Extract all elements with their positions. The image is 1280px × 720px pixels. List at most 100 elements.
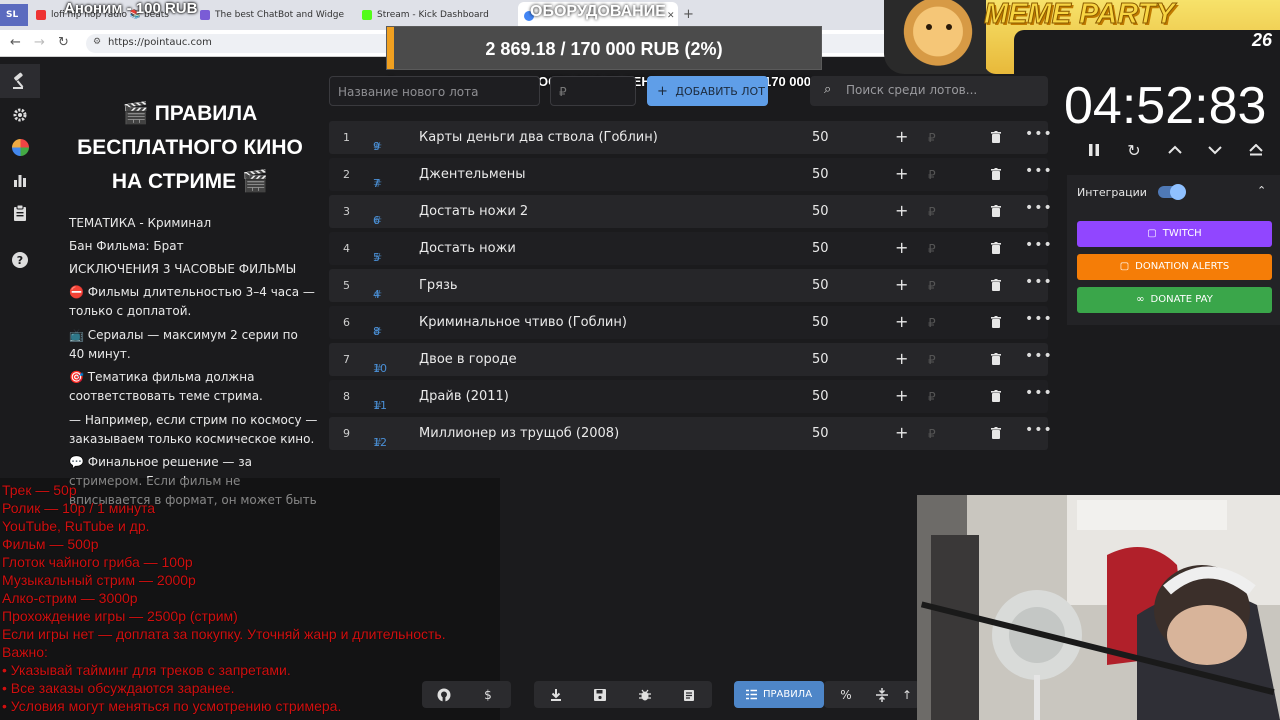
help-icon[interactable]: ?	[11, 251, 29, 269]
more-options-icon[interactable]: •••	[1025, 163, 1053, 179]
lot-amount[interactable]: 50	[812, 352, 829, 367]
clear-list-icon[interactable]	[667, 681, 711, 708]
lot-id-value: 10	[373, 362, 387, 375]
more-options-icon[interactable]: •••	[1025, 200, 1053, 216]
tab-kick[interactable]: Stream - Kick Dashboard ✕	[356, 4, 516, 26]
lot-row[interactable]: 8 #11 Драйв (2011) 50 + ₽ •••	[329, 380, 1052, 413]
add-amount-icon[interactable]: +	[895, 275, 908, 294]
close-icon[interactable]: ✕	[667, 11, 675, 21]
lot-name[interactable]: Миллионер из трущоб (2008)	[419, 426, 619, 441]
delete-icon[interactable]	[991, 353, 1001, 365]
add-lot-label: ДОБАВИТЬ ЛОТ	[675, 85, 765, 98]
lot-row[interactable]: 9 #12 Миллионер из трущоб (2008) 50 + ₽ •••	[329, 417, 1052, 450]
lot-row[interactable]: 5 #4 Грязь 50 + ₽ •••	[329, 269, 1052, 302]
download-icon[interactable]	[534, 681, 578, 708]
lot-name[interactable]: Двое в городе	[419, 352, 517, 367]
back-icon[interactable]: ←	[10, 35, 21, 50]
delete-icon[interactable]	[991, 316, 1001, 328]
lot-search-input[interactable]: ⌕ Поиск среди лотов...	[810, 76, 1048, 106]
ruble-icon[interactable]: ₽	[928, 279, 936, 293]
clipboard-icon[interactable]	[11, 204, 29, 222]
twitch-button[interactable]: ▢ TWITCH	[1077, 221, 1272, 247]
lot-name[interactable]: Джентельмены	[419, 167, 525, 182]
pause-icon[interactable]	[1084, 140, 1104, 160]
delete-icon[interactable]	[991, 242, 1001, 254]
bug-report-icon[interactable]	[623, 681, 667, 708]
stats-chart-icon[interactable]	[11, 171, 29, 189]
ruble-icon[interactable]: ₽	[928, 316, 936, 330]
add-amount-icon[interactable]: +	[895, 386, 908, 405]
lot-name[interactable]: Грязь	[419, 278, 458, 293]
save-icon[interactable]	[578, 681, 622, 708]
lot-name[interactable]: Достать ножи 2	[419, 204, 528, 219]
add-amount-icon[interactable]: +	[895, 349, 908, 368]
collapse-chevron-icon[interactable]: ⌃	[1257, 184, 1266, 197]
lot-amount[interactable]: 50	[812, 241, 829, 256]
add-amount-icon[interactable]: +	[895, 201, 908, 220]
delete-icon[interactable]	[991, 390, 1001, 402]
add-amount-icon[interactable]: +	[895, 423, 908, 442]
ruble-icon[interactable]: ₽	[928, 242, 936, 256]
add-amount-icon[interactable]: +	[895, 238, 908, 257]
ruble-icon[interactable]: ₽	[928, 168, 936, 182]
lot-amount[interactable]: 50	[812, 426, 829, 441]
lot-row[interactable]: 2 #7 Джентельмены 50 + ₽ •••	[329, 158, 1052, 191]
lot-amount[interactable]: 50	[812, 389, 829, 404]
lot-row[interactable]: 6 #8 Криминальное чтиво (Гоблин) 50 + ₽ •••	[329, 306, 1052, 339]
lot-row[interactable]: 4 #5 Достать ножи 50 + ₽ •••	[329, 232, 1052, 265]
lot-name[interactable]: Достать ножи	[419, 241, 516, 256]
settings-gear-icon[interactable]	[11, 106, 29, 124]
add-lot-button[interactable]: + ДОБАВИТЬ ЛОТ	[647, 76, 768, 106]
add-amount-icon[interactable]: +	[895, 127, 908, 146]
delete-icon[interactable]	[991, 279, 1001, 291]
lot-name[interactable]: Драйв (2011)	[419, 389, 509, 404]
ruble-icon[interactable]: ₽	[928, 131, 936, 145]
double-increase-icon[interactable]	[1246, 140, 1266, 160]
increase-time-icon[interactable]	[1165, 140, 1185, 160]
lot-name[interactable]: Карты деньги два ствола (Гоблин)	[419, 130, 658, 145]
donate-dollar-icon[interactable]: $	[466, 681, 510, 708]
more-options-icon[interactable]: •••	[1025, 348, 1053, 364]
tab-chatbot[interactable]: The best ChatBot and Widgets ✕	[194, 4, 344, 26]
donation-alerts-button[interactable]: ▢ DONATION ALERTS	[1077, 254, 1272, 280]
donate-pay-button[interactable]: ∞ DONATE PAY	[1077, 287, 1272, 313]
delete-icon[interactable]	[991, 131, 1001, 143]
ruble-icon[interactable]: ₽	[928, 427, 936, 441]
forward-icon[interactable]: →	[34, 35, 45, 50]
more-options-icon[interactable]: •••	[1025, 385, 1053, 401]
decrease-time-icon[interactable]	[1205, 140, 1225, 160]
lot-row[interactable]: 3 #6 Достать ножи 2 50 + ₽ •••	[329, 195, 1052, 228]
integrations-toggle[interactable]	[1158, 184, 1186, 200]
ruble-icon[interactable]: ₽	[928, 205, 936, 219]
delete-icon[interactable]	[991, 427, 1001, 439]
wheel-icon[interactable]	[11, 138, 29, 156]
new-lot-price-input[interactable]: ₽	[550, 76, 636, 106]
new-tab-icon[interactable]: +	[683, 7, 694, 22]
lot-amount[interactable]: 50	[812, 130, 829, 145]
ruble-icon[interactable]: ₽	[928, 353, 936, 367]
lot-amount[interactable]: 50	[812, 278, 829, 293]
more-options-icon[interactable]: •••	[1025, 311, 1053, 327]
reset-icon[interactable]: ↻	[1124, 140, 1144, 160]
lot-name[interactable]: Криминальное чтиво (Гоблин)	[419, 315, 627, 330]
new-lot-name-input[interactable]: Название нового лота	[329, 76, 540, 106]
more-options-icon[interactable]: •••	[1025, 237, 1053, 253]
github-icon[interactable]	[422, 681, 466, 708]
lot-amount[interactable]: 50	[812, 204, 829, 219]
more-options-icon[interactable]: •••	[1025, 274, 1053, 290]
profile-avatar[interactable]: SL	[0, 4, 28, 26]
add-amount-icon[interactable]: +	[895, 164, 908, 183]
lot-amount[interactable]: 50	[812, 167, 829, 182]
lot-amount[interactable]: 50	[812, 315, 829, 330]
delete-icon[interactable]	[991, 205, 1001, 217]
lot-row[interactable]: 1 #9 Карты деньги два ствола (Гоблин) 50 + ₽ •…	[329, 121, 1052, 154]
rules-toggle-button[interactable]: ПРАВИЛА	[734, 681, 824, 708]
more-options-icon[interactable]: •••	[1025, 422, 1053, 438]
ruble-icon[interactable]: ₽	[928, 390, 936, 404]
add-amount-icon[interactable]: +	[895, 312, 908, 331]
auction-gavel-icon[interactable]	[0, 64, 40, 98]
delete-icon[interactable]	[991, 168, 1001, 180]
more-options-icon[interactable]: •••	[1025, 126, 1053, 142]
lot-row[interactable]: 7 #10 Двое в городе 50 + ₽ •••	[329, 343, 1052, 376]
reload-icon[interactable]: ↻	[58, 35, 69, 50]
